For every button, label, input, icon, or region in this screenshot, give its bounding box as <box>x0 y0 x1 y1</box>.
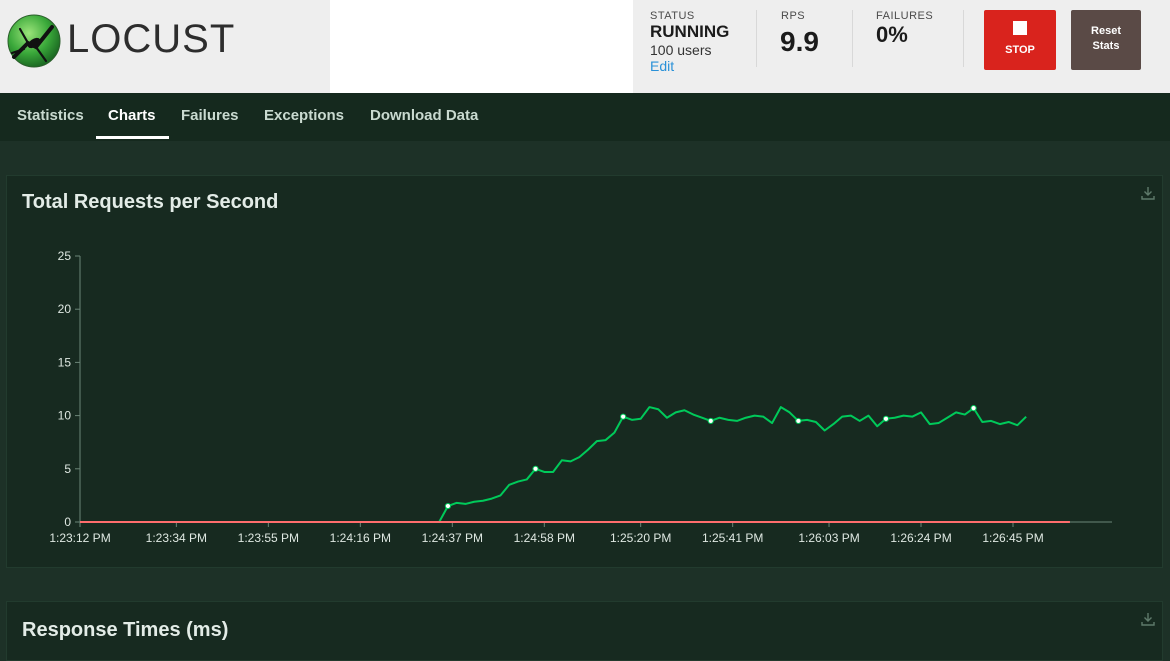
rps-data-point <box>620 413 627 420</box>
reset-button-label-line2: Stats <box>1092 40 1120 52</box>
x-tick-label: 1:26:03 PM <box>798 531 859 545</box>
x-tick-label: 1:26:45 PM <box>982 531 1043 545</box>
stop-button-label: STOP <box>1005 44 1035 56</box>
tab-exceptions[interactable]: Exceptions <box>264 107 344 124</box>
reset-button-label-line1: Reset <box>1091 25 1121 37</box>
response-times-title: Response Times (ms) <box>22 619 229 641</box>
x-tick-label: 1:25:41 PM <box>702 531 763 545</box>
y-tick-label: 20 <box>58 302 72 316</box>
download-icon[interactable] <box>1140 611 1156 627</box>
status-block: STATUS RUNNING 100 users Edit <box>650 10 729 74</box>
edit-users-link[interactable]: Edit <box>650 58 729 74</box>
tab-statistics[interactable]: Statistics <box>17 107 84 124</box>
x-tick-label: 1:25:20 PM <box>610 531 671 545</box>
x-tick-label: 1:23:34 PM <box>146 531 207 545</box>
stat-separator <box>852 10 853 67</box>
failures-label: FAILURES <box>876 10 934 22</box>
rps-block: RPS 9.9 <box>780 10 819 58</box>
x-tick-label: 1:23:12 PM <box>49 531 110 545</box>
stop-button[interactable]: STOP <box>984 10 1056 70</box>
x-tick-label: 1:23:55 PM <box>238 531 299 545</box>
main-tab-bar: Statistics Charts Failures Exceptions Do… <box>0 93 1170 141</box>
x-tick-label: 1:24:16 PM <box>330 531 391 545</box>
rps-data-point <box>707 417 714 425</box>
failures-value: 0% <box>876 22 908 47</box>
rps-line-chart: 0 5 10 15 20 25 1:23:12 PM 1:23:34 PM 1:23:55 PM… <box>49 249 1112 545</box>
y-tick-label: 10 <box>58 409 72 423</box>
status-value: RUNNING <box>650 22 730 41</box>
active-tab-indicator <box>96 136 169 139</box>
rps-data-point <box>532 465 539 472</box>
rps-data-point <box>970 405 977 412</box>
user-count: 100 users <box>650 42 712 58</box>
y-tick-label: 0 <box>64 515 71 529</box>
rps-label: RPS <box>781 10 806 22</box>
rps-data-point <box>882 415 890 422</box>
y-tick-label: 25 <box>58 249 72 263</box>
tab-charts[interactable]: Charts <box>108 107 156 124</box>
y-tick-label: 15 <box>58 355 72 369</box>
rps-data-point <box>444 502 452 510</box>
rps-data-point <box>795 417 802 425</box>
stat-separator <box>963 10 964 67</box>
response-times-panel: Response Times (ms) <box>6 601 1163 661</box>
stat-separator <box>756 10 757 67</box>
locust-logo-icon[interactable] <box>6 13 62 69</box>
tab-download-data[interactable]: Download Data <box>370 107 478 124</box>
x-tick-label: 1:24:37 PM <box>422 531 483 545</box>
app-logo-text: LOCUST <box>67 17 236 61</box>
status-label: STATUS <box>650 10 695 22</box>
tab-failures[interactable]: Failures <box>181 107 239 124</box>
x-tick-label: 1:24:58 PM <box>514 531 575 545</box>
failures-block: FAILURES 0% <box>876 10 933 48</box>
x-tick-label: 1:26:24 PM <box>890 531 951 545</box>
rps-series-line <box>438 406 1027 523</box>
rps-value: 9.9 <box>780 26 819 57</box>
reset-stats-button[interactable]: Reset Stats <box>1071 10 1141 70</box>
top-header: LOCUST STATUS RUNNING 100 users Edit RPS… <box>0 0 1170 93</box>
stop-square-icon <box>1013 21 1027 35</box>
y-tick-label: 5 <box>64 462 71 476</box>
rps-chart-panel: Total Requests per Second 0 5 10 15 20 25 1:23… <box>6 175 1163 568</box>
